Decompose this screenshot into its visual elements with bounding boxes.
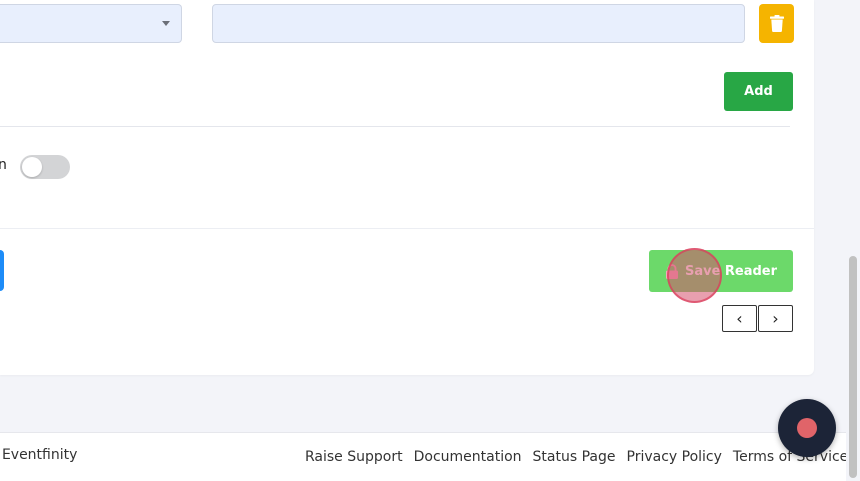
footer-link-documentation[interactable]: Documentation: [414, 449, 522, 465]
footer-links: Raise Support Documentation Status Page …: [305, 449, 848, 465]
scrollbar-thumb[interactable]: [849, 256, 857, 478]
toggle-knob: [22, 157, 42, 177]
section-divider: [0, 126, 790, 127]
chevron-left-icon: ‹: [736, 309, 743, 328]
save-reader-button[interactable]: Save Reader: [649, 250, 793, 292]
footer-link-privacy-policy[interactable]: Privacy Policy: [627, 449, 722, 465]
caret-down-icon: [162, 21, 170, 26]
footer-divider: [0, 228, 814, 229]
form-card: Add n Save Reader ‹ ›: [0, 0, 814, 375]
delete-button[interactable]: [759, 4, 794, 43]
toggle-switch[interactable]: [20, 155, 70, 179]
value-input[interactable]: [212, 4, 745, 43]
lock-icon: [665, 263, 678, 279]
primary-button-edge[interactable]: [0, 250, 4, 291]
page-footer: t Eventfinity Raise Support Documentatio…: [0, 432, 860, 481]
footer-link-raise-support[interactable]: Raise Support: [305, 449, 403, 465]
prev-page-button[interactable]: ‹: [722, 305, 757, 332]
chevron-right-icon: ›: [772, 309, 779, 328]
trash-icon: [769, 15, 784, 32]
field-select[interactable]: [0, 4, 182, 43]
copyright-text: t Eventfinity: [0, 447, 78, 463]
record-button[interactable]: [778, 399, 836, 457]
next-page-button[interactable]: ›: [758, 305, 793, 332]
toggle-label: n: [0, 157, 7, 173]
record-icon: [797, 418, 817, 438]
save-reader-label: Save Reader: [684, 263, 778, 279]
add-button[interactable]: Add: [724, 72, 793, 111]
footer-link-status-page[interactable]: Status Page: [533, 449, 616, 465]
